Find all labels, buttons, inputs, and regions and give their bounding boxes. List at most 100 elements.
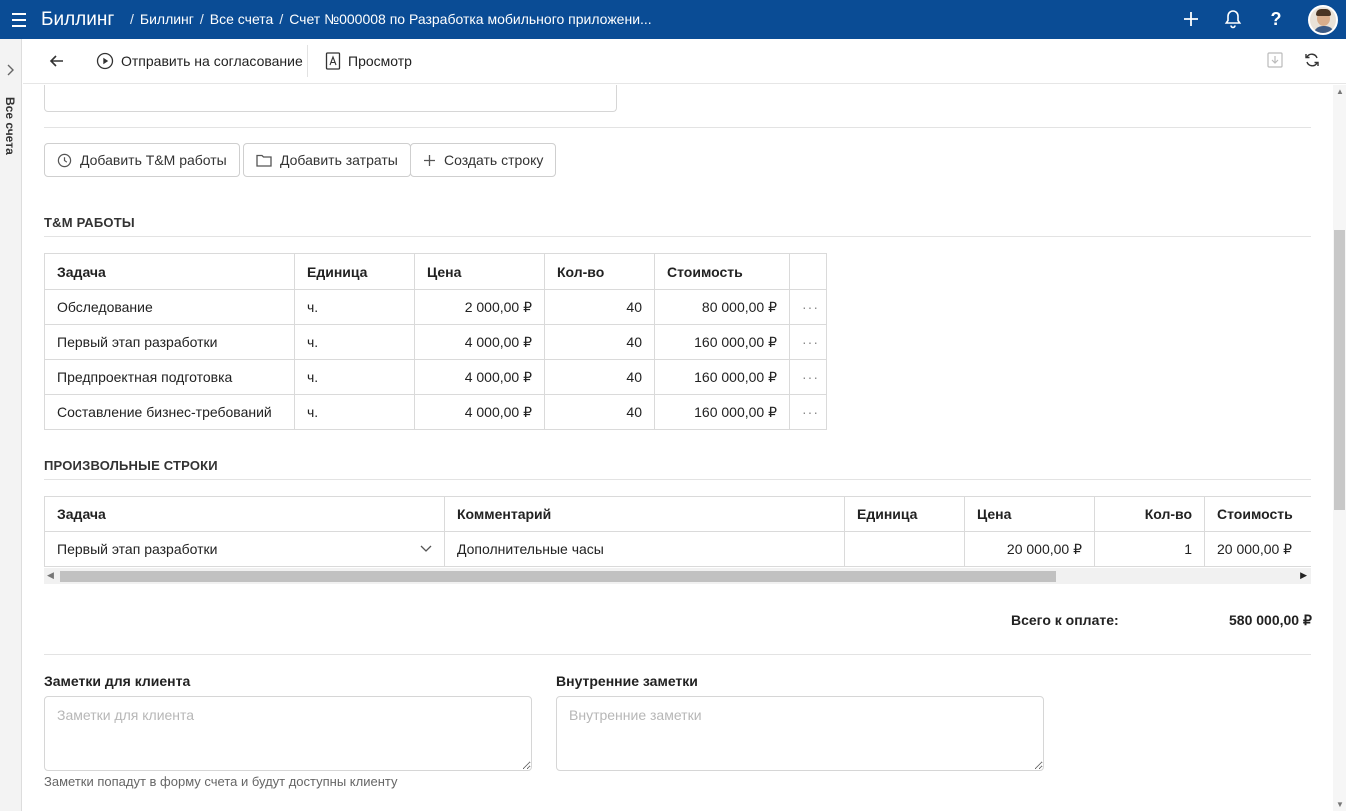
table-row[interactable]: Первый этап разработки ч. 4 000,00 ₽ 40 …	[44, 324, 827, 360]
pdf-icon	[325, 52, 341, 70]
table-row[interactable]: Обследование ч. 2 000,00 ₽ 40 80 000,00 …	[44, 289, 827, 325]
add-tm-label: Добавить T&M работы	[80, 152, 227, 168]
plus-icon[interactable]	[1176, 4, 1206, 34]
price-cell[interactable]: 20 000,00 ₽	[964, 531, 1095, 567]
price-cell: 2 000,00 ₽	[414, 289, 545, 325]
scroll-down-icon[interactable]: ▼	[1336, 800, 1344, 809]
horizontal-scrollbar[interactable]: ◀ ▶	[44, 568, 1311, 584]
rail-all-invoices[interactable]: Все счета	[3, 97, 17, 155]
app-title[interactable]: Биллинг	[41, 9, 114, 31]
scroll-right-icon[interactable]: ▶	[1300, 570, 1307, 581]
refresh-icon[interactable]	[1303, 51, 1323, 71]
column-header-price[interactable]: Цена	[964, 496, 1095, 532]
breadcrumb-all-invoices[interactable]: Все счета	[210, 11, 274, 27]
cost-cell: 160 000,00 ₽	[654, 394, 790, 430]
column-header-task[interactable]: Задача	[44, 253, 295, 290]
column-header-actions	[789, 253, 827, 290]
breadcrumb-billing[interactable]: Биллинг	[140, 11, 194, 27]
custom-rows-table: Задача Комментарий Единица Цена Кол-во С…	[44, 496, 1311, 567]
tm-table: Задача Единица Цена Кол-во Стоимость Обс…	[44, 253, 827, 430]
column-header-cost[interactable]: Стоимость	[1204, 496, 1311, 532]
column-header-task[interactable]: Задача	[44, 496, 445, 532]
toolbar-divider	[307, 45, 308, 77]
column-header-unit[interactable]: Единица	[294, 253, 415, 290]
menu-icon[interactable]	[12, 9, 30, 29]
plus-icon	[424, 154, 435, 166]
table-row[interactable]: Предпроектная подготовка ч. 4 000,00 ₽ 4…	[44, 359, 827, 395]
table-row[interactable]: Первый этап разработки Дополнительные ча…	[44, 531, 1311, 567]
preview-label: Просмотр	[348, 53, 412, 69]
column-header-unit[interactable]: Единица	[844, 496, 965, 532]
divider	[44, 654, 1311, 655]
back-arrow-icon[interactable]	[47, 51, 69, 71]
more-icon[interactable]: ···	[789, 324, 827, 360]
add-expenses-button[interactable]: Добавить затраты	[243, 143, 411, 177]
internal-notes-textarea[interactable]	[556, 696, 1044, 771]
left-rail: Все счета	[0, 39, 22, 811]
toolbar: Отправить на согласование Просмотр	[23, 39, 1346, 84]
total-value: 580 000,00 ₽	[1229, 612, 1312, 628]
add-tm-button[interactable]: Добавить T&M работы	[44, 143, 240, 177]
divider	[44, 479, 1311, 480]
comment-cell[interactable]: Дополнительные часы	[444, 531, 845, 567]
task-select[interactable]: Первый этап разработки	[44, 531, 445, 567]
qty-cell[interactable]: 1	[1094, 531, 1205, 567]
price-cell: 4 000,00 ₽	[414, 324, 545, 360]
description-textarea[interactable]	[44, 85, 617, 112]
avatar[interactable]	[1308, 5, 1338, 35]
breadcrumb-current-invoice: Счет №000008 по Разработка мобильного пр…	[289, 11, 652, 27]
more-icon[interactable]: ···	[789, 394, 827, 430]
play-circle-icon	[96, 52, 114, 70]
client-notes-textarea[interactable]	[44, 696, 532, 771]
column-header-price[interactable]: Цена	[414, 253, 545, 290]
top-bar: Биллинг / Биллинг / Все счета / Счет №00…	[0, 0, 1346, 39]
total-label: Всего к оплате:	[1011, 612, 1119, 628]
add-expenses-label: Добавить затраты	[280, 152, 398, 168]
preview-button[interactable]: Просмотр	[325, 49, 412, 73]
column-header-qty[interactable]: Кол-во	[1094, 496, 1205, 532]
task-cell: Предпроектная подготовка	[44, 359, 295, 395]
table-header-row: Задача Единица Цена Кол-во Стоимость	[44, 253, 827, 290]
send-for-approval-label: Отправить на согласование	[121, 53, 303, 69]
bell-icon[interactable]	[1218, 4, 1248, 34]
breadcrumb: / Биллинг / Все счета / Счет №000008 по …	[130, 11, 652, 27]
qty-cell: 40	[544, 359, 655, 395]
more-icon[interactable]: ···	[789, 359, 827, 395]
custom-table-scroll-area: Задача Комментарий Единица Цена Кол-во С…	[44, 496, 1311, 586]
unit-cell: ч.	[294, 324, 415, 360]
scroll-up-icon[interactable]: ▲	[1336, 87, 1344, 96]
task-cell: Составление бизнес-требований	[44, 394, 295, 430]
download-icon[interactable]	[1266, 51, 1286, 71]
create-row-label: Создать строку	[444, 152, 544, 168]
table-row[interactable]: Составление бизнес-требований ч. 4 000,0…	[44, 394, 827, 430]
column-header-cost[interactable]: Стоимость	[654, 253, 790, 290]
price-cell: 4 000,00 ₽	[414, 394, 545, 430]
task-cell: Первый этап разработки	[44, 324, 295, 360]
qty-cell: 40	[544, 324, 655, 360]
column-header-qty[interactable]: Кол-во	[544, 253, 655, 290]
unit-cell: ч.	[294, 394, 415, 430]
divider	[44, 127, 1311, 128]
scrollbar-thumb[interactable]	[60, 571, 1056, 582]
chevron-right-icon[interactable]	[5, 63, 17, 76]
create-row-button[interactable]: Создать строку	[410, 143, 557, 177]
divider	[44, 236, 1311, 237]
vertical-scrollbar[interactable]: ▲ ▼	[1333, 85, 1346, 811]
tm-section-title: T&M РАБОТЫ	[44, 215, 135, 230]
cost-cell: 20 000,00 ₽	[1204, 531, 1311, 567]
price-cell: 4 000,00 ₽	[414, 359, 545, 395]
qty-cell: 40	[544, 289, 655, 325]
help-icon[interactable]: ?	[1261, 4, 1291, 34]
send-for-approval-button[interactable]: Отправить на согласование	[96, 49, 303, 73]
cost-cell: 160 000,00 ₽	[654, 324, 790, 360]
unit-cell[interactable]	[844, 531, 965, 567]
chevron-down-icon	[420, 545, 432, 552]
qty-cell: 40	[544, 394, 655, 430]
column-header-comment[interactable]: Комментарий	[444, 496, 845, 532]
unit-cell: ч.	[294, 359, 415, 395]
client-notes-label: Заметки для клиента	[44, 673, 191, 689]
more-icon[interactable]: ···	[789, 289, 827, 325]
client-notes-hint: Заметки попадут в форму счета и будут до…	[44, 774, 398, 789]
scrollbar-thumb[interactable]	[1334, 230, 1345, 510]
scroll-left-icon[interactable]: ◀	[47, 570, 54, 581]
